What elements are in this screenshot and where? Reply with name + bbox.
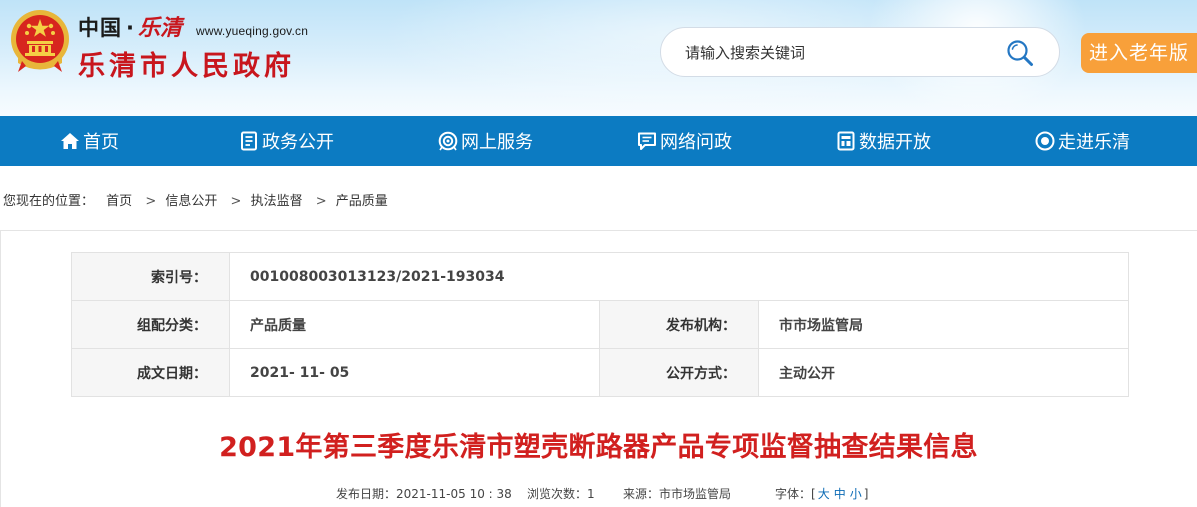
publish-date-label: 发布日期： — [336, 487, 397, 501]
nav-item-government-affairs[interactable]: 政务公开 — [239, 116, 334, 166]
source-label: 来源： — [623, 487, 660, 501]
article-meta-bar: 发布日期：2021-11-05 10 : 38 浏览次数：1 来源：市市场监管局… — [0, 485, 1197, 503]
home-icon — [61, 133, 79, 149]
nav-item-label: 数据开放 — [859, 132, 931, 153]
index-label: 索引号： — [71, 252, 230, 301]
nav-item-label: 网上服务 — [461, 132, 533, 153]
nav-item-visit-yueqing[interactable]: 走进乐清 — [1035, 116, 1130, 166]
category-value: 产品质量 — [229, 300, 600, 349]
disclosure-mode-label: 公开方式： — [599, 348, 759, 397]
data-icon — [837, 131, 855, 151]
document-meta-table: 索引号： 001008003013123/2021-193034 组配分类： 产… — [71, 252, 1130, 397]
nav-item-label: 政务公开 — [262, 132, 334, 153]
breadcrumb-item-law-enforcement[interactable]: 执法监督 — [251, 190, 303, 209]
nav-item-label: 走进乐清 — [1058, 132, 1130, 153]
font-size-large-button[interactable]: 大 — [818, 487, 830, 501]
view-count: 浏览次数：1 — [527, 485, 595, 502]
breadcrumb-label: 您现在的位置： — [3, 194, 95, 209]
breadcrumb-separator: > — [315, 194, 327, 209]
disclosure-mode-value: 主动公开 — [757, 348, 1130, 397]
date-value: 2021- 11- 05 — [229, 348, 600, 397]
site-header: 中国 · 乐清 www.yueqing.gov.cn 乐清市人民政府 进入老年版 — [0, 0, 1197, 116]
font-size-small-button[interactable]: 小 — [850, 487, 862, 501]
nav-item-online-service[interactable]: 网上服务 — [438, 116, 533, 166]
breadcrumb-item-info-disclosure[interactable]: 信息公开 — [165, 190, 217, 209]
table-row: 成文日期： 2021- 11- 05 公开方式： 主动公开 — [71, 348, 1130, 397]
main-nav: 首页 政务公开 网上服务 网络问政 数据开放 走进乐清 — [0, 116, 1197, 166]
breadcrumb-item-home[interactable]: 首页 — [106, 190, 132, 209]
chat-icon — [638, 132, 656, 150]
view-count-label: 浏览次数： — [527, 487, 588, 501]
publisher-value: 市市场监管局 — [757, 300, 1130, 349]
logo-url-text: www.yueqing.gov.cn — [196, 24, 309, 38]
publish-date-value: 2021-11-05 10 : 38 — [396, 487, 512, 501]
nav-item-label: 首页 — [83, 132, 119, 153]
font-size-bracket-close: ] — [863, 487, 869, 501]
breadcrumb: 您现在的位置： 首页 > 信息公开 > 执法监督 > 产品质量 — [3, 190, 388, 209]
source-value: 市市场监管局 — [659, 487, 732, 501]
article-source: 来源：市市场监管局 — [623, 485, 731, 502]
eye-icon — [1035, 131, 1055, 151]
category-label: 组配分类： — [71, 300, 230, 349]
article-title: 2021年第三季度乐清市塑壳断路器产品专项监督抽查结果信息 — [219, 432, 978, 463]
font-size-switcher: 字体：[大中小] — [775, 485, 868, 502]
logo-city-calligraphy: 乐清 — [137, 15, 182, 41]
view-count-value: 1 — [587, 487, 595, 501]
nav-item-home[interactable]: 首页 — [60, 116, 119, 166]
breadcrumb-item-product-quality[interactable]: 产品质量 — [336, 190, 388, 209]
table-row: 组配分类： 产品质量 发布机构： 市市场监管局 — [71, 300, 1130, 349]
breadcrumb-separator: > — [145, 194, 157, 209]
publisher-label: 发布机构： — [599, 300, 759, 349]
national-emblem-icon[interactable] — [8, 6, 72, 76]
search-input[interactable] — [685, 40, 995, 66]
font-size-label: 字体： — [775, 487, 812, 501]
search-box — [660, 27, 1060, 77]
search-icon[interactable] — [1005, 38, 1035, 68]
nav-item-open-data[interactable]: 数据开放 — [836, 116, 931, 166]
logo-dot: · — [126, 16, 134, 40]
site-logo-top-line: 中国 · 乐清 www.yueqing.gov.cn — [78, 10, 308, 42]
table-row: 索引号： 001008003013123/2021-193034 — [71, 252, 1130, 301]
document-icon — [241, 131, 257, 151]
publish-date: 发布日期：2021-11-05 10 : 38 — [336, 485, 512, 502]
service-icon — [438, 131, 458, 151]
site-logo-main[interactable]: 乐清市人民政府 — [78, 44, 295, 83]
font-size-medium-button[interactable]: 中 — [834, 487, 846, 501]
nav-item-label: 网络问政 — [660, 132, 732, 153]
date-label: 成文日期： — [71, 348, 230, 397]
logo-country-text: 中国 — [78, 15, 122, 40]
breadcrumb-separator: > — [230, 194, 242, 209]
font-size-bracket-open: [ — [811, 487, 816, 501]
elder-version-button[interactable]: 进入老年版 — [1081, 33, 1197, 73]
nav-item-online-inquiry[interactable]: 网络问政 — [637, 116, 732, 166]
index-value: 001008003013123/2021-193034 — [228, 252, 1130, 301]
